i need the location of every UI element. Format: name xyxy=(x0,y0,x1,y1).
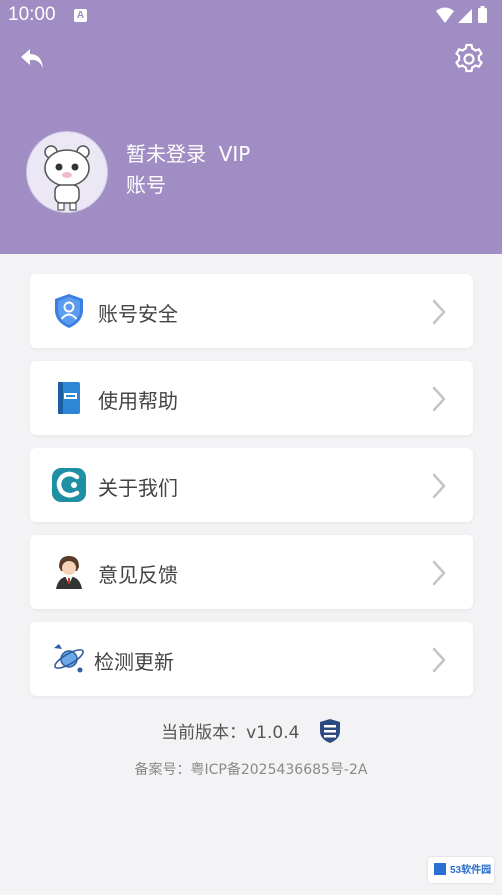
back-icon[interactable] xyxy=(18,44,48,74)
profile-header: 10:00 A 暂未登录 VIP 账号 xyxy=(0,0,502,254)
status-time: 10:00 xyxy=(8,4,56,25)
status-bar: 10:00 A xyxy=(0,0,502,30)
status-icons xyxy=(436,6,487,23)
menu-label: 账号安全 xyxy=(98,302,178,326)
shield-user-icon xyxy=(55,294,83,328)
avatar[interactable] xyxy=(27,132,107,212)
menu-label: 使用帮助 xyxy=(98,389,178,413)
feedback-person-icon xyxy=(56,556,82,589)
version-shield-icon xyxy=(319,719,340,743)
about-logo-icon xyxy=(52,468,86,502)
signal-icon xyxy=(458,9,472,23)
chevron-right-icon xyxy=(432,647,446,673)
chevron-right-icon xyxy=(432,560,446,586)
menu-item-check-update[interactable]: 检测更新 xyxy=(30,622,473,696)
chevron-right-icon xyxy=(432,299,446,325)
app-version: 当前版本：v1.0.4 xyxy=(0,718,502,744)
battery-icon xyxy=(478,8,487,23)
menu-label: 意见反馈 xyxy=(98,563,178,587)
notification-icon: A xyxy=(74,9,87,22)
menu-item-feedback[interactable]: 意见反馈 xyxy=(30,535,473,609)
menu-item-help[interactable]: 使用帮助 xyxy=(30,361,473,435)
watermark-text: 53软件园 xyxy=(450,865,492,876)
menu-item-about-us[interactable]: 关于我们 xyxy=(30,448,473,522)
account-label: 账号 xyxy=(126,173,166,197)
menu-list: 账号安全 使用帮助 关于我们 意见反馈 检测更新 xyxy=(30,274,473,709)
wifi-icon xyxy=(436,7,454,23)
help-book-icon xyxy=(58,382,80,414)
watermark-logo-icon xyxy=(434,863,446,875)
version-text: 当前版本：v1.0.4 xyxy=(161,723,300,743)
site-watermark: 53软件园 xyxy=(428,857,494,883)
robot-avatar-icon xyxy=(44,145,90,211)
icp-record[interactable]: 备案号：粤ICP备2025436685号-2A xyxy=(0,759,502,779)
menu-label: 检测更新 xyxy=(94,650,174,674)
settings-gear-icon[interactable] xyxy=(452,42,486,76)
user-name[interactable]: 暂未登录 VIP xyxy=(126,138,250,167)
menu-item-account-security[interactable]: 账号安全 xyxy=(30,274,473,348)
update-satellite-icon xyxy=(54,644,84,673)
chevron-right-icon xyxy=(432,386,446,412)
chevron-right-icon xyxy=(432,473,446,499)
menu-label: 关于我们 xyxy=(98,476,178,500)
